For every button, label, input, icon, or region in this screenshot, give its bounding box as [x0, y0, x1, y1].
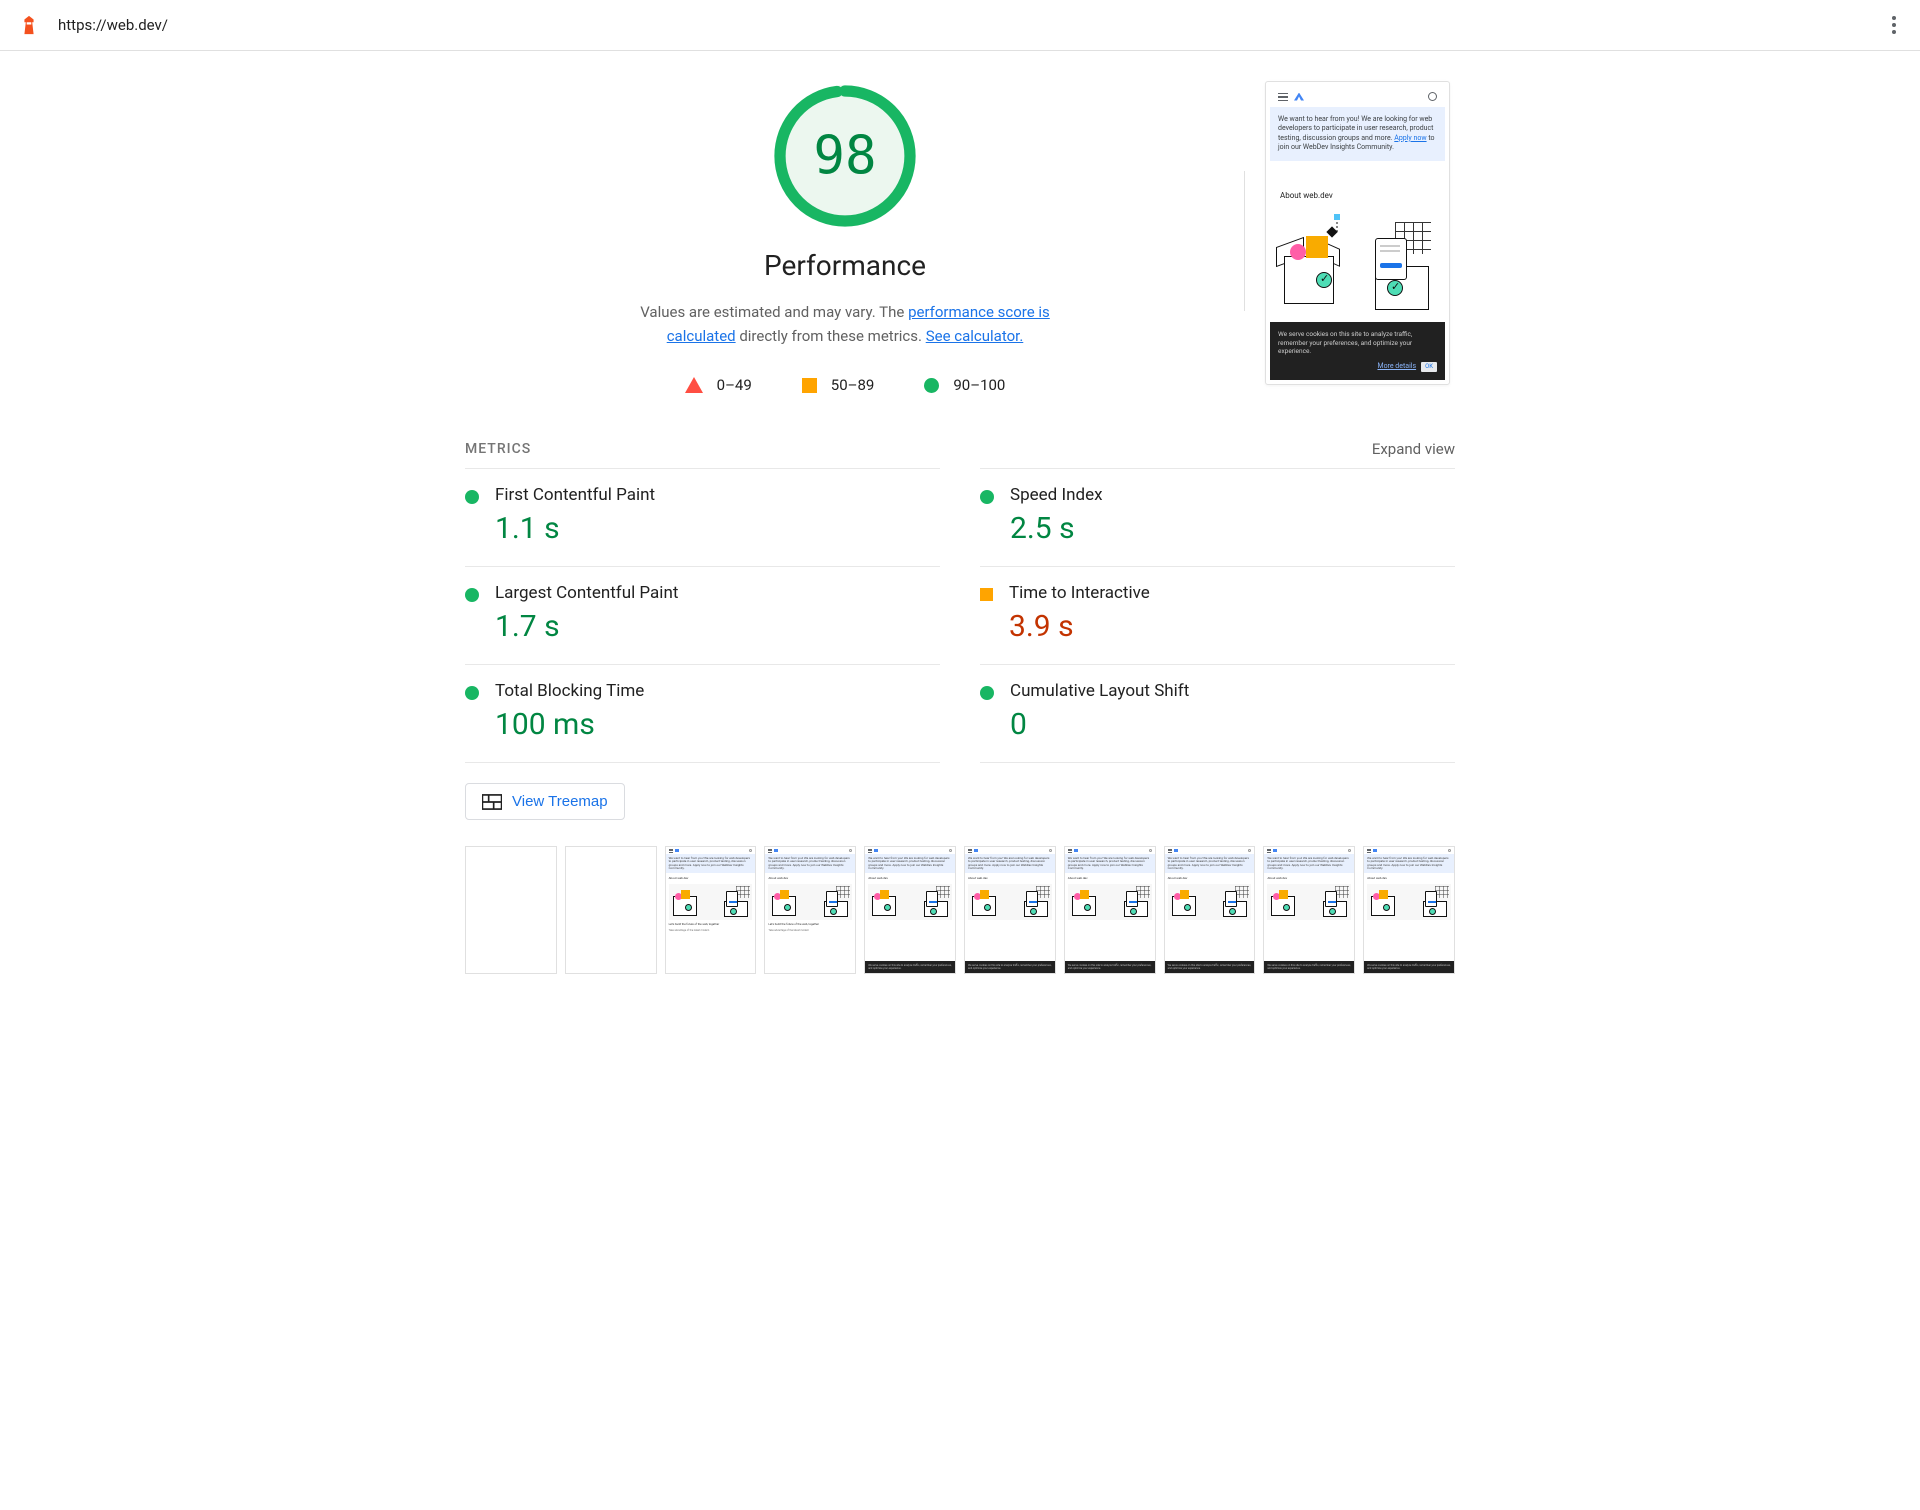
metric-name: Cumulative Layout Shift: [1010, 681, 1189, 701]
preview-more-details-link: More details: [1377, 362, 1416, 371]
metric-name: Largest Contentful Paint: [495, 583, 678, 603]
preview-ok-button: OK: [1421, 362, 1437, 372]
circle-icon: [980, 686, 994, 700]
metric-value: 100 ms: [495, 707, 644, 742]
metric-name: First Contentful Paint: [495, 485, 655, 505]
metric-row: Speed Index 2.5 s: [980, 468, 1455, 566]
filmstrip: We want to hear from you! We are looking…: [465, 846, 1455, 974]
filmstrip-thumbnail[interactable]: We want to hear from you! We are looking…: [764, 846, 856, 974]
treemap-icon: [482, 794, 502, 810]
metric-row: Total Blocking Time 100 ms: [465, 664, 940, 763]
preview-search-icon: [1428, 92, 1437, 101]
metric-value: 1.7 s: [495, 609, 678, 644]
expand-view-button[interactable]: Expand view: [1372, 440, 1455, 458]
preview-logo-icon: [1294, 93, 1304, 101]
circle-icon: [465, 686, 479, 700]
circle-icon: [465, 588, 479, 602]
metric-row: Cumulative Layout Shift 0: [980, 664, 1455, 763]
circle-icon: [980, 490, 994, 504]
lighthouse-icon: [18, 14, 40, 36]
legend-pass: 90–100: [924, 376, 1005, 394]
preview-menu-icon: [1278, 93, 1288, 101]
filmstrip-thumbnail[interactable]: We want to hear from you! We are looking…: [1064, 846, 1156, 974]
filmstrip-thumbnail[interactable]: We want to hear from you! We are looking…: [864, 846, 956, 974]
preview-cookie-banner: We serve cookies on this site to analyze…: [1270, 322, 1445, 380]
filmstrip-thumbnail[interactable]: [565, 846, 657, 974]
filmstrip-thumbnail[interactable]: We want to hear from you! We are looking…: [1263, 846, 1355, 974]
legend-avg-label: 50–89: [831, 376, 875, 394]
metric-row: Time to Interactive 3.9 s: [980, 566, 1455, 664]
page-url[interactable]: https://web.dev/: [58, 16, 168, 34]
preview-apply-link: Apply now: [1394, 134, 1426, 142]
main-container: 98 Performance Values are estimated and …: [465, 81, 1455, 1014]
score-number: 98: [813, 126, 876, 187]
preview-cookie-text: We serve cookies on this site to analyze…: [1278, 330, 1437, 356]
filmstrip-thumbnail[interactable]: We want to hear from you! We are looking…: [1164, 846, 1256, 974]
view-treemap-button[interactable]: View Treemap: [465, 783, 625, 820]
circle-icon: [465, 490, 479, 504]
square-icon: [802, 378, 817, 393]
legend-pass-label: 90–100: [953, 376, 1005, 394]
circle-icon: [924, 378, 939, 393]
legend-average: 50–89: [802, 376, 875, 394]
see-calculator-link[interactable]: See calculator.: [926, 327, 1024, 345]
preview-column: We want to hear from you! We are looking…: [1265, 81, 1455, 385]
metrics-grid: First Contentful Paint 1.1 s Speed Index 2.…: [465, 468, 1455, 763]
summary-section: 98 Performance Values are estimated and …: [465, 81, 1455, 394]
legend-fail-label: 0–49: [717, 376, 752, 394]
page-header: https://web.dev/: [0, 0, 1920, 51]
desc-text-2: directly from these metrics.: [736, 327, 926, 345]
metric-row: Largest Contentful Paint 1.7 s: [465, 566, 940, 664]
preview-header: [1270, 86, 1445, 107]
metric-value: 0: [1010, 707, 1189, 742]
score-column: 98 Performance Values are estimated and …: [465, 81, 1225, 394]
score-description: Values are estimated and may vary. The p…: [625, 300, 1065, 348]
filmstrip-thumbnail[interactable]: We want to hear from you! We are looking…: [1363, 846, 1455, 974]
desc-text-1: Values are estimated and may vary. The: [640, 303, 908, 321]
metric-value: 1.1 s: [495, 511, 655, 546]
metric-value: 2.5 s: [1010, 511, 1103, 546]
filmstrip-thumbnail[interactable]: We want to hear from you! We are looking…: [665, 846, 757, 974]
device-preview: We want to hear from you! We are looking…: [1265, 81, 1450, 385]
preview-illustration: [1278, 214, 1437, 314]
filmstrip-thumbnail[interactable]: We want to hear from you! We are looking…: [964, 846, 1056, 974]
metric-value: 3.9 s: [1009, 609, 1150, 644]
preview-about-heading: About web.dev: [1270, 161, 1445, 210]
header-left: https://web.dev/: [18, 14, 168, 36]
metric-row: First Contentful Paint 1.1 s: [465, 468, 940, 566]
treemap-label: View Treemap: [512, 793, 608, 810]
overflow-menu-button[interactable]: [1886, 10, 1902, 40]
metric-name: Speed Index: [1010, 485, 1103, 505]
metric-name: Time to Interactive: [1009, 583, 1150, 603]
square-icon: [980, 588, 993, 601]
score-legend: 0–49 50–89 90–100: [465, 376, 1225, 394]
category-title: Performance: [465, 249, 1225, 282]
metrics-header: METRICS Expand view: [465, 440, 1455, 468]
vertical-divider: [1244, 171, 1245, 311]
performance-gauge: 98: [465, 81, 1225, 231]
filmstrip-thumbnail[interactable]: [465, 846, 557, 974]
legend-fail: 0–49: [685, 376, 752, 394]
metric-name: Total Blocking Time: [495, 681, 644, 701]
triangle-icon: [685, 377, 703, 393]
preview-banner: We want to hear from you! We are looking…: [1270, 107, 1445, 161]
metrics-title: METRICS: [465, 441, 531, 457]
